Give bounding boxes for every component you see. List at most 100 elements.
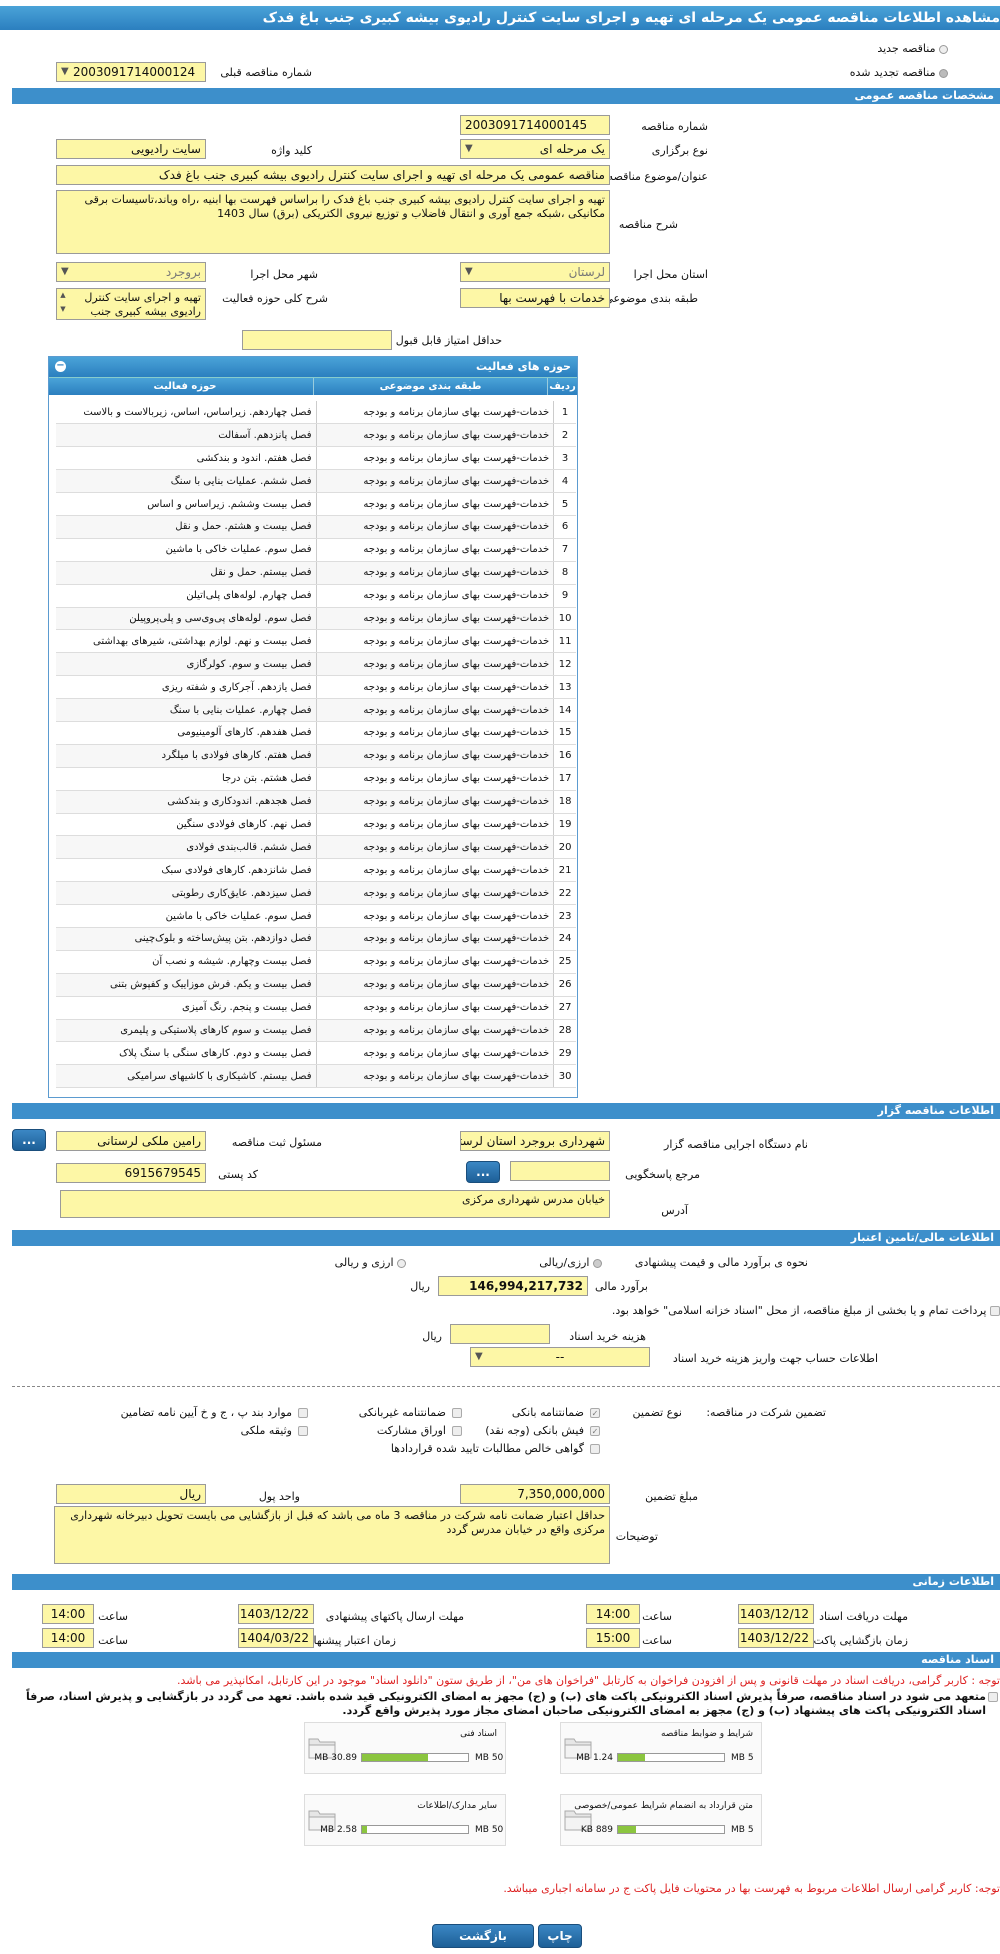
amount-label: مبلغ تضمین [645,1490,698,1503]
table-row: 10 خدمات-فهرست بهای سازمان برنامه و بودجه… [56,607,576,631]
row-category: خدمات-فهرست بهای سازمان برنامه و بودجه [315,881,554,906]
row-category: خدمات-فهرست بهای سازمان برنامه و بودجه [315,1041,554,1066]
table-row: 3 خدمات-فهرست بهای سازمان برنامه و بودجه ف… [56,446,576,471]
estimate-field[interactable]: 146,994,217,732 [438,1276,588,1296]
open-date[interactable]: 1403/12/22 [738,1628,814,1648]
print-button[interactable]: چاپ [538,1924,582,1948]
valid-time[interactable]: 14:00 [42,1628,94,1648]
send-time-label: ساعت [98,1610,128,1623]
guarantee-option[interactable]: وثیقه ملکی [241,1424,308,1438]
guarantee-option[interactable]: گواهی خالص مطالبات تایید شده قراردادها [391,1442,600,1456]
currency-label: واحد پول [258,1490,300,1503]
type-select[interactable]: یک مرحله ای ▼ [460,139,610,159]
amount-field[interactable]: 7,350,000,000 [460,1484,610,1504]
scope-field[interactable]: تهیه و اجرای سایت کنترل رادیوی بیشه کبیر… [56,288,206,320]
guarantee-option-label: وثیقه ملکی [240,1424,292,1437]
document-card[interactable]: سایر مدارک/اطلاعات 2.58 MB 50 MB [304,1794,506,1846]
row-number: 14 [553,698,576,722]
row-activity: فصل بیست وچهارم. شیشه و نصب آن [56,950,316,974]
guarantee-title: تضمین شرکت در مناقصه: [706,1406,826,1419]
min-score-field[interactable] [242,330,392,350]
radio-renewed[interactable]: مناقصه تجدید شده [850,66,948,80]
row-category: خدمات-فهرست بهای سازمان برنامه و بودجه [315,1064,554,1089]
checkbox-icon[interactable]: ✓ [590,1408,600,1418]
previous-number-label: شماره مناقصه قبلی [220,66,312,79]
responsible-lookup-button[interactable]: ... [12,1129,46,1151]
row-category: خدمات-فهرست بهای سازمان برنامه و بودجه [315,858,554,883]
col-activity: حوزه فعالیت [153,381,217,392]
open-time-label: ساعت [642,1634,672,1647]
row-number: 17 [553,767,576,791]
org-field[interactable]: شهرداری بروجرد استان لرستان [460,1131,610,1151]
document-card[interactable]: شرایط و ضوابط مناقصه 1.24 MB 5 MB [560,1722,762,1774]
recv-date[interactable]: 1403/12/12 [738,1604,814,1624]
radio-renewed-label: مناقصه تجدید شده [849,66,936,79]
checkbox-icon[interactable] [298,1426,308,1436]
fee-field[interactable] [450,1324,550,1344]
guarantee-option[interactable]: موارد بند پ ، ج و خ آیین نامه تضامین [121,1406,308,1420]
guarantee-option[interactable]: ✓ ضمانتنامه بانکی [512,1406,600,1420]
guarantee-type-label: نوع تضمین [632,1406,682,1419]
guarantee-option[interactable]: ✓ فیش بانکی (وجه نقد) [485,1424,600,1438]
document-card[interactable]: متن قرارداد به انضمام شرایط عمومی/خصوصی 8… [560,1794,762,1846]
send-time[interactable]: 14:00 [42,1604,94,1624]
currency-field[interactable]: ریال [56,1484,206,1504]
account-select[interactable]: -- ▼ [470,1347,650,1367]
reference-field[interactable] [510,1161,610,1181]
document-usage-fill [362,1826,368,1833]
subject-field[interactable]: مناقصه عمومی یک مرحله ای تهیه و اجرای سا… [56,165,610,185]
previous-number-select[interactable]: ▼ 2003091714000124 [56,62,206,82]
responsible-label: مسئول ثبت مناقصه [231,1136,322,1149]
checkbox-icon[interactable] [452,1408,462,1418]
checkbox-icon[interactable]: ✓ [590,1426,600,1436]
opt-both[interactable]: ارزی و ریالی [335,1256,406,1270]
guarantee-option-label: موارد بند پ ، ج و خ آیین نامه تضامین [120,1406,292,1419]
scope-scroll-icon[interactable]: ▲ ▼ [56,288,70,320]
province-select[interactable]: لرستان ▼ [460,262,610,282]
table-row: 18 خدمات-فهرست بهای سازمان برنامه و بودجه… [56,790,576,814]
guarantee-option[interactable]: ضمانتنامه غیربانکی [359,1406,462,1420]
guarantee-option[interactable]: اوراق مشارکت [377,1424,462,1438]
row-category: خدمات-فهرست بهای سازمان برنامه و بودجه [315,469,554,494]
notes-field[interactable]: حداقل اعتبار ضمانت نامه شرکت در مناقصه 3… [54,1506,610,1564]
open-time[interactable]: 15:00 [586,1628,640,1648]
document-usage-fill [618,1754,645,1761]
address-field[interactable]: خیابان مدرس شهرداری مرکزی [60,1190,610,1218]
row-category: خدمات-فهرست بهای سازمان برنامه و بودجه [315,698,554,722]
table-row: 9 خدمات-فهرست بهای سازمان برنامه و بودجه ف… [56,584,576,608]
send-date[interactable]: 1403/12/22 [238,1604,314,1624]
recv-time[interactable]: 14:00 [586,1604,640,1624]
reference-label: مرجع پاسخگویی [625,1168,700,1181]
guarantee-option-label: گواهی خالص مطالبات تایید شده قراردادها [390,1442,584,1455]
valid-date[interactable]: 1404/03/22 [238,1628,314,1648]
back-button[interactable]: بازگشت [432,1924,534,1948]
treasury-label: پرداخت تمام و یا بخشی از مبلغ مناقصه، از… [611,1304,987,1317]
description-field[interactable]: تهیه و اجرای سایت کنترل رادیوی بیشه کبیر… [56,190,610,254]
row-number: 2 [553,423,576,448]
document-name: سایر مدارک/اطلاعات [417,1801,497,1811]
reference-lookup-button[interactable]: ... [466,1161,500,1183]
row-number: 19 [553,813,576,837]
tender-number-field[interactable]: 2003091714000145 [460,115,610,135]
document-max-size: 50 MB [475,1825,504,1835]
tender-number-label: شماره مناقصه [641,120,708,133]
city-select[interactable]: بروجرد ▼ [56,262,206,282]
radio-new[interactable]: مناقصه جدید [877,42,948,56]
row-number: 15 [553,721,576,745]
checkbox-icon[interactable] [590,1444,600,1454]
checkbox-icon[interactable] [298,1408,308,1418]
keyword-field[interactable]: سایت رادیویی [56,139,206,159]
table-row: 30 خدمات-فهرست بهای سازمان برنامه و بودجه… [56,1064,576,1089]
document-card[interactable]: اسناد فنی 30.89 MB 50 MB [304,1722,506,1774]
row-activity: فصل بیست و هشتم. حمل و نقل [56,515,316,539]
opt-rial[interactable]: ارزی/ریالی [539,1256,602,1270]
collapse-icon[interactable]: − [55,361,66,372]
section-organizer: اطلاعات مناقصه گزار [12,1103,1000,1119]
category-field[interactable]: خدمات با فهرست بها [460,288,610,308]
responsible-field[interactable]: رامین ملکی لرستانی [56,1131,206,1151]
col-category: طبقه بندی موضوعی [313,378,547,395]
table-row: 4 خدمات-فهرست بهای سازمان برنامه و بودجه ف… [56,469,576,494]
postal-field[interactable]: 6915679545 [56,1163,206,1183]
description-label: شرح مناقصه [618,218,678,231]
checkbox-icon[interactable] [452,1426,462,1436]
